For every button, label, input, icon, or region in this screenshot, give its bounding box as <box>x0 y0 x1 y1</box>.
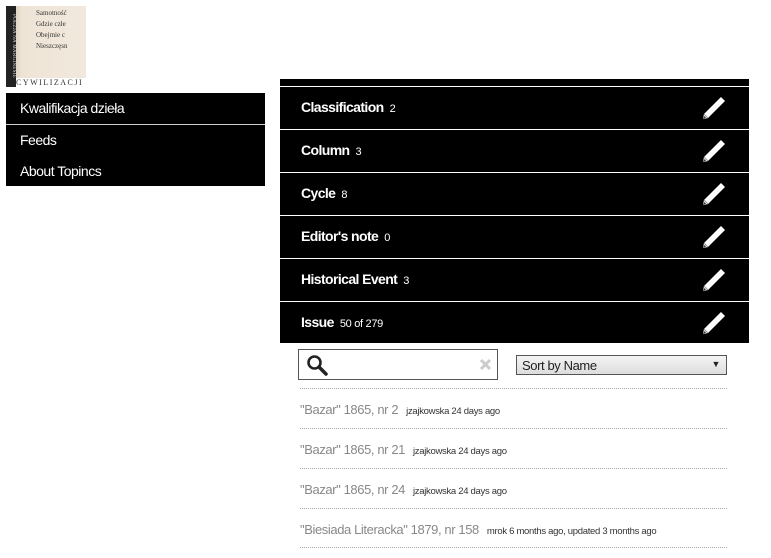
logo-line: Nieszczęsn <box>36 42 68 50</box>
category-label[interactable]: Cycle 8 <box>301 185 347 201</box>
divider <box>6 124 265 125</box>
list-item: "Bazar" 1865, nr 24 jzajkowska 24 days ag… <box>300 468 727 508</box>
pencil-icon[interactable] <box>701 95 727 121</box>
category-name: Cycle <box>301 185 336 201</box>
sort-select-value: Sort by Name <box>522 358 597 373</box>
pencil-icon[interactable] <box>701 310 727 336</box>
list-item: "Biesiada Literacka" 1879, nr 158 mrok 6 … <box>300 508 727 548</box>
category-label[interactable]: Column 3 <box>301 142 362 158</box>
list-item: "Bazar" 1865, nr 2 jzajkowska 24 days ago <box>300 388 727 428</box>
item-title-link[interactable]: "Bazar" 1865, nr 21 <box>300 442 405 457</box>
issue-list: "Bazar" 1865, nr 2 jzajkowska 24 days ago… <box>300 388 727 548</box>
pencil-icon[interactable] <box>701 224 727 250</box>
search-icon <box>307 355 328 376</box>
item-meta: jzajkowska 24 days ago <box>406 406 500 417</box>
item-title-link[interactable]: "Bazar" 1865, nr 24 <box>300 482 405 497</box>
menu-item-kwalifikacja[interactable]: Kwalifikacja dzieła <box>20 100 125 116</box>
menu-item-about[interactable]: About Topincs <box>20 163 102 179</box>
category-count: 8 <box>341 189 348 201</box>
category-name: Classification <box>301 99 384 115</box>
logo-line: Obejmie c <box>36 31 65 39</box>
category-label[interactable]: Editor's note 0 <box>301 228 390 244</box>
category-row[interactable]: Cycle 8 <box>280 172 749 214</box>
logo-spine: POEZJA NA MARGINESIE <box>6 6 16 87</box>
category-row[interactable]: Column 3 <box>280 129 749 171</box>
category-count: 0 <box>384 232 391 244</box>
site-logo[interactable]: POEZJA NA MARGINESIE Samotność Gdzie czł… <box>6 6 86 87</box>
category-count: 2 <box>389 103 396 115</box>
clear-icon[interactable] <box>479 358 492 371</box>
search-input[interactable] <box>331 354 475 376</box>
category-row[interactable]: Classification 2 <box>280 86 749 128</box>
pencil-icon[interactable] <box>701 138 727 164</box>
category-count: 50 of 279 <box>339 318 383 330</box>
category-row[interactable]: Historical Event 3 <box>280 258 749 300</box>
search-box <box>298 349 498 380</box>
category-count: 3 <box>355 146 362 158</box>
item-meta: jzajkowska 24 days ago <box>412 486 507 497</box>
category-name: Historical Event <box>301 271 398 287</box>
category-label[interactable]: Classification 2 <box>301 99 396 115</box>
item-title-link[interactable]: "Bazar" 1865, nr 2 <box>300 402 399 417</box>
category-name: Issue <box>301 314 334 330</box>
category-count: 3 <box>403 275 410 287</box>
dropdown-arrow-icon: ▼ <box>711 359 720 369</box>
sidebar-menu: Kwalifikacja dzieła Feeds About Topincs <box>6 93 265 186</box>
category-row[interactable]: Issue 50 of 279 <box>280 301 749 343</box>
logo-line: Samotność <box>36 9 67 17</box>
item-title-link[interactable]: "Biesiada Literacka" 1879, nr 158 <box>300 522 479 537</box>
logo-text: Samotność Gdzie człe Obejmie c Nieszczęs… <box>36 8 67 52</box>
category-label[interactable]: Issue 50 of 279 <box>301 314 383 330</box>
item-meta: mrok 6 months ago, updated 3 months ago <box>486 526 657 537</box>
category-name: Editor's note <box>301 228 379 244</box>
logo-bottom: CYWILIZACJI <box>16 78 86 87</box>
pencil-icon[interactable] <box>701 181 727 207</box>
category-name: Column <box>301 142 350 158</box>
pencil-icon[interactable] <box>701 267 727 293</box>
list-item: "Bazar" 1865, nr 21 jzajkowska 24 days ag… <box>300 428 727 468</box>
sort-select[interactable]: Sort by Name ▼ <box>516 355 727 375</box>
category-label[interactable]: Historical Event 3 <box>301 271 409 287</box>
category-panel: Classification 2 Column 3 Cycle 8 Editor's … <box>280 79 749 343</box>
category-row[interactable]: Editor's note 0 <box>280 215 749 257</box>
logo-line: Gdzie człe <box>36 20 66 28</box>
item-meta: jzajkowska 24 days ago <box>412 446 507 457</box>
menu-item-feeds[interactable]: Feeds <box>20 132 57 148</box>
